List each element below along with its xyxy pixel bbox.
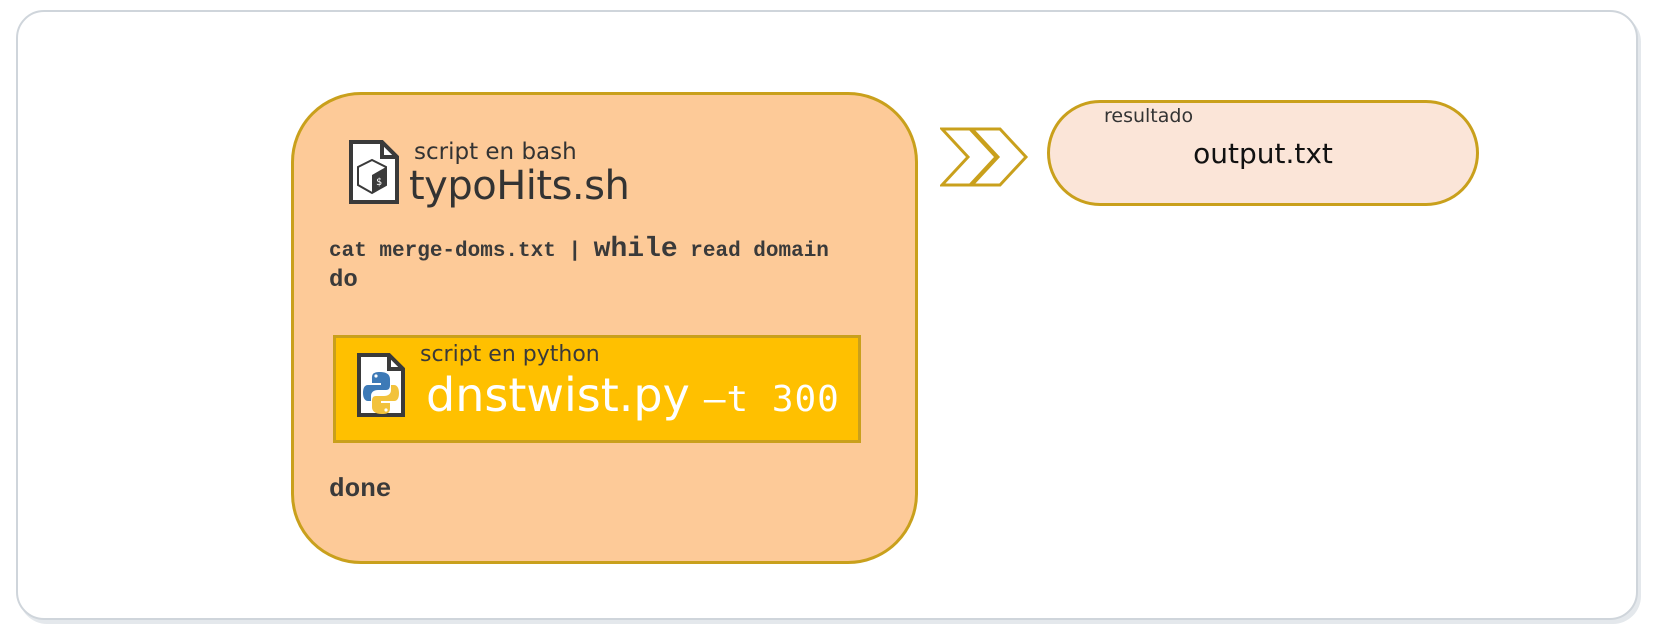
python-command: dnstwist.py –t 300 bbox=[426, 368, 840, 422]
result-caption: resultado bbox=[1104, 105, 1194, 127]
code-line-while: cat merge-doms.txt | while read domain bbox=[329, 234, 829, 265]
code-line-done: done bbox=[329, 474, 392, 504]
code-read-text: read domain bbox=[677, 240, 829, 263]
double-chevron-right-icon bbox=[940, 127, 1029, 187]
code-while-keyword: while bbox=[593, 234, 678, 265]
python-script-filename: dnstwist.py bbox=[426, 368, 690, 422]
code-pipe-text: cat merge-doms.txt | bbox=[329, 240, 594, 263]
bash-script-box: $ script en bash typoHits.sh cat merge-d… bbox=[291, 92, 918, 564]
bash-script-filename: typoHits.sh bbox=[409, 163, 630, 209]
python-script-box: script en python dnstwist.py –t 300 bbox=[333, 335, 861, 443]
python-file-icon bbox=[357, 353, 405, 417]
python-script-caption: script en python bbox=[420, 342, 600, 367]
bash-script-caption: script en bash bbox=[414, 139, 577, 165]
python-script-args: –t 300 bbox=[703, 379, 840, 420]
bash-file-icon: $ bbox=[349, 140, 399, 204]
result-output-box: resultado output.txt bbox=[1047, 100, 1479, 206]
svg-text:$: $ bbox=[376, 177, 382, 188]
code-line-do: do bbox=[329, 267, 358, 294]
result-filename: output.txt bbox=[1193, 137, 1333, 170]
